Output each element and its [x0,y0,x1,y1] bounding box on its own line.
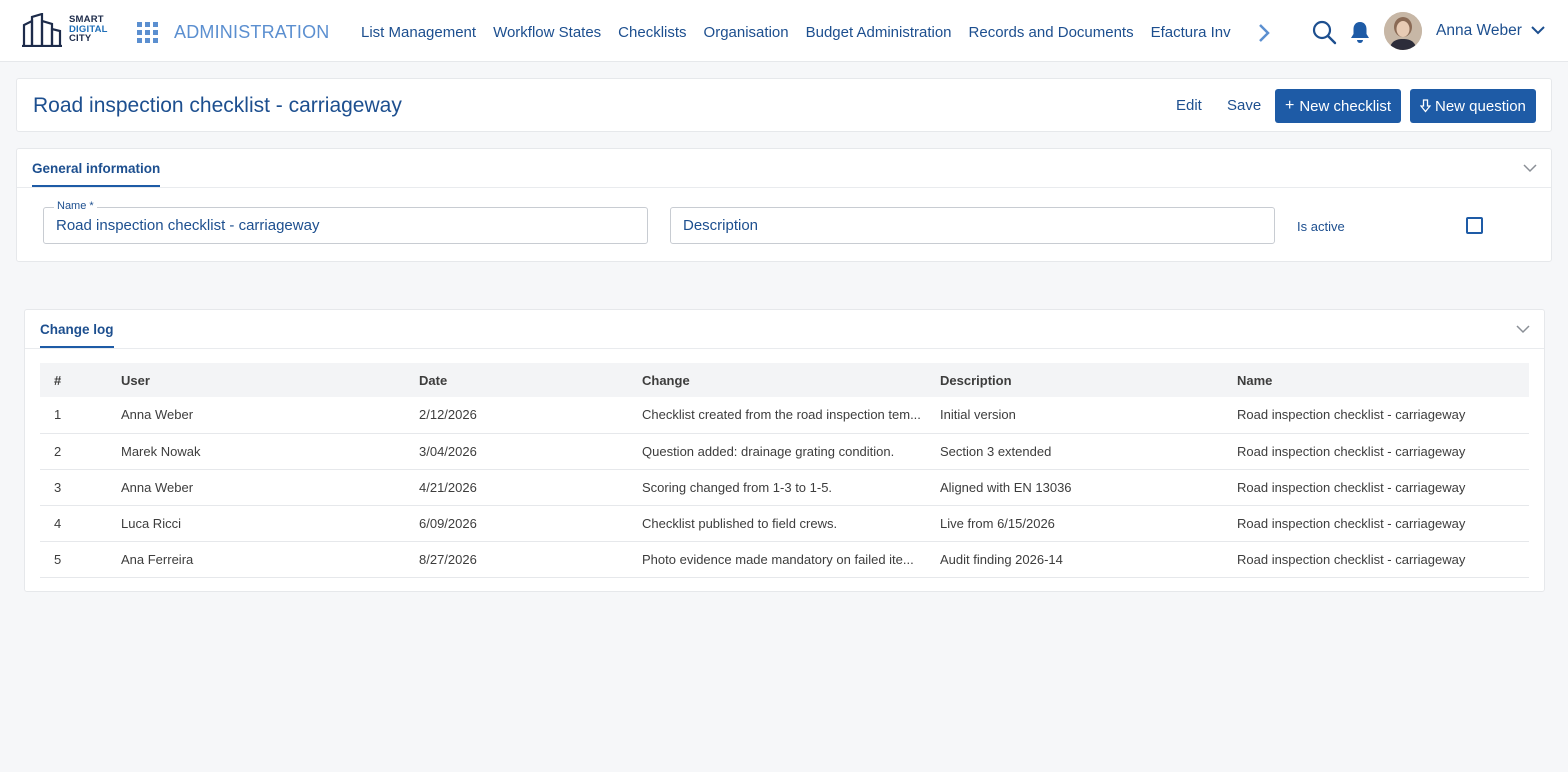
column-header-number[interactable]: # [40,363,107,397]
main-nav: List Management Workflow States Checklis… [361,20,1251,46]
nav-item-checklists[interactable]: Checklists [618,24,686,41]
cell-number: 4 [40,505,107,542]
name-input[interactable] [56,208,635,243]
changelog-section-header: Change log [25,310,1544,349]
cell-user: Ana Ferreira [107,541,405,578]
cell-change: Question added: drainage grating conditi… [628,433,926,470]
nav-item-records-and-documents[interactable]: Records and Documents [969,24,1134,41]
cell-description: Section 3 extended [926,433,1223,470]
cell-change: Checklist published to field crews. [628,505,926,542]
table-row[interactable]: 5 Ana Ferreira 8/27/2026 Photo evidence … [40,541,1529,578]
cell-number: 5 [40,541,107,578]
new-question-button[interactable]: New question [1410,89,1536,123]
cell-name: Road inspection checklist - carriageway [1223,433,1529,470]
cell-date: 2/12/2026 [405,397,628,434]
description-field[interactable] [670,207,1275,244]
table-row[interactable]: 2 Marek Nowak 3/04/2026 Question added: … [40,433,1529,470]
nav-item-efactura[interactable]: Efactura Inv [1151,24,1231,41]
cell-name: Road inspection checklist - carriageway [1223,541,1529,578]
table-row[interactable]: 3 Anna Weber 4/21/2026 Scoring changed f… [40,469,1529,506]
search-icon[interactable] [1312,20,1337,45]
column-header-date[interactable]: Date [405,363,628,397]
brand-line-3: CITY [69,33,92,44]
change-log-table: # User Date Change Description Name 1 An… [40,363,1529,578]
tab-general-information[interactable]: General information [32,161,161,187]
save-button[interactable]: Save [1227,97,1261,114]
cell-description: Aligned with EN 13036 [926,469,1223,506]
cell-number: 1 [40,397,107,434]
cell-user: Anna Weber [107,469,405,506]
column-header-description[interactable]: Description [926,363,1223,397]
cell-name: Road inspection checklist - carriageway [1223,469,1529,506]
description-input[interactable] [683,208,1262,243]
cell-user: Anna Weber [107,397,405,434]
user-photo-icon [1384,12,1422,50]
cell-user: Luca Ricci [107,505,405,542]
new-checklist-label: New checklist [1299,97,1392,115]
collapse-chevron-icon[interactable] [1516,324,1530,334]
cell-description: Initial version [926,397,1223,434]
apps-grid-icon[interactable] [137,22,158,43]
change-log-panel: Change log # User Date Change Descriptio… [24,309,1545,592]
cell-user: Marek Nowak [107,433,405,470]
is-active-label: Is active [1297,219,1345,234]
nav-item-workflow-states[interactable]: Workflow States [493,24,601,41]
cell-number: 2 [40,433,107,470]
cell-date: 8/27/2026 [405,541,628,578]
general-section-header: General information [17,149,1551,188]
download-arrow-icon [1420,99,1431,113]
cell-change: Photo evidence made mandatory on failed … [628,541,926,578]
column-header-name[interactable]: Name [1223,363,1529,397]
brand-wordmark: SMART DIGITAL CITY [69,15,108,44]
cell-change: Checklist created from the road inspecti… [628,397,926,434]
cell-number: 3 [40,469,107,506]
nav-item-organisation[interactable]: Organisation [704,24,789,41]
column-header-change[interactable]: Change [628,363,926,397]
cell-description: Audit finding 2026-14 [926,541,1223,578]
cell-name: Road inspection checklist - carriageway [1223,397,1529,434]
tab-change-log[interactable]: Change log [40,322,114,348]
top-bar: SMART DIGITAL CITY ADMINISTRATION List M… [0,0,1568,62]
chevron-right-icon[interactable] [1256,23,1272,43]
name-field[interactable]: Name * [43,200,648,244]
cell-date: 4/21/2026 [405,469,628,506]
plus-icon: + [1285,97,1295,114]
new-checklist-button[interactable]: + New checklist [1275,89,1402,123]
page-title: Road inspection checklist - carriageway [33,94,402,117]
table-header-row: # User Date Change Description Name [40,363,1529,397]
user-name[interactable]: Anna Weber [1436,22,1522,40]
cell-date: 6/09/2026 [405,505,628,542]
cell-description: Live from 6/15/2026 [926,505,1223,542]
column-header-user[interactable]: User [107,363,405,397]
collapse-chevron-icon[interactable] [1523,163,1537,173]
edit-button[interactable]: Edit [1176,97,1202,114]
cell-change: Scoring changed from 1-3 to 1-5. [628,469,926,506]
cell-name: Road inspection checklist - carriageway [1223,505,1529,542]
table-row[interactable]: 1 Anna Weber 2/12/2026 Checklist created… [40,397,1529,434]
page-header-panel: Road inspection checklist - carriageway … [16,78,1552,132]
chevron-down-icon[interactable] [1530,24,1546,36]
notification-bell-icon[interactable] [1349,20,1371,44]
nav-item-list-management[interactable]: List Management [361,24,476,41]
cell-date: 3/04/2026 [405,433,628,470]
nav-item-budget-administration[interactable]: Budget Administration [806,24,952,41]
new-question-label: New question [1435,97,1526,115]
general-information-panel: General information Name * Is active [16,148,1552,262]
table-row[interactable]: 4 Luca Ricci 6/09/2026 Checklist publish… [40,505,1529,542]
is-active-checkbox[interactable] [1466,217,1483,234]
user-avatar[interactable] [1384,12,1422,50]
module-title[interactable]: ADMINISTRATION [174,22,329,43]
